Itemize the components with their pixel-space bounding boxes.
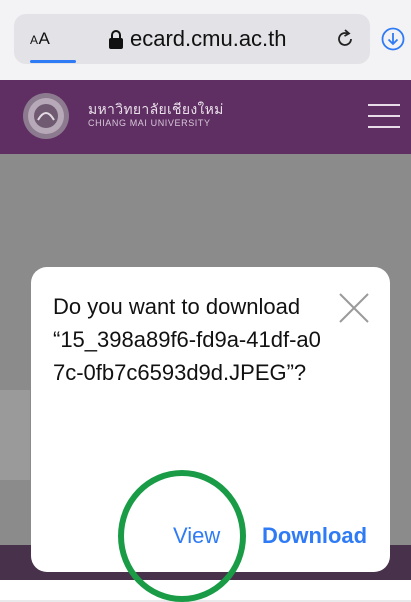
- download-icon[interactable]: [381, 27, 405, 51]
- university-seal-icon[interactable]: [22, 92, 70, 140]
- site-header: มหาวิทยาลัยเชียงใหม่ CHIANG MAI UNIVERSI…: [0, 80, 411, 154]
- url-text[interactable]: ecard.cmu.ac.th: [130, 26, 287, 52]
- text-size-indicator: [30, 60, 76, 63]
- hamburger-menu-icon[interactable]: [368, 104, 400, 130]
- browser-toolbar: AA ecard.cmu.ac.th: [0, 0, 411, 80]
- lock-icon: [109, 30, 123, 49]
- page-fragment: [0, 390, 30, 480]
- close-icon[interactable]: [336, 290, 372, 326]
- download-message: Do you want to download “15_398a89f6-fd9…: [53, 294, 321, 385]
- reload-icon[interactable]: [334, 28, 356, 50]
- highlight-circle: [118, 470, 246, 602]
- university-name-english: CHIANG MAI UNIVERSITY: [88, 118, 211, 128]
- text-size-button[interactable]: AA: [30, 29, 50, 49]
- download-button[interactable]: Download: [262, 523, 367, 549]
- address-bar[interactable]: AA ecard.cmu.ac.th: [14, 14, 370, 64]
